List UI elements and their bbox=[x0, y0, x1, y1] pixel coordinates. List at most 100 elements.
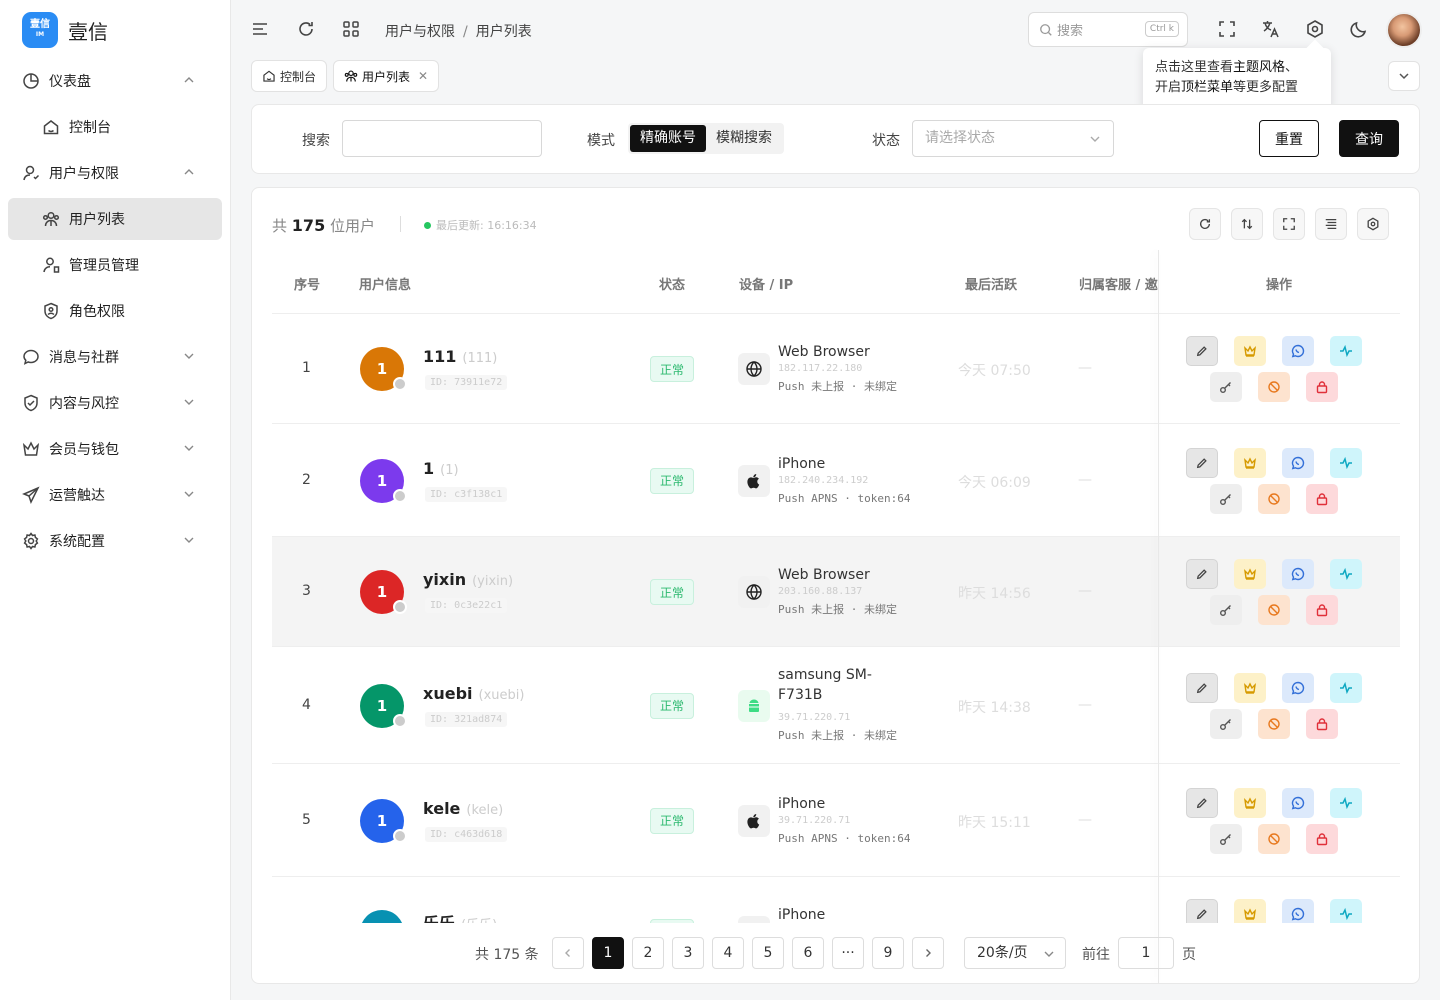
mode-option-0[interactable]: 精确账号 bbox=[630, 125, 706, 152]
tab-1[interactable]: 用户列表 ✕ bbox=[333, 60, 440, 92]
sidebar-item-10[interactable]: 系统配置 bbox=[8, 518, 222, 564]
activity-icon[interactable] bbox=[1330, 672, 1362, 703]
sidebar-item-8[interactable]: 会员与钱包 bbox=[8, 426, 222, 472]
key-icon[interactable] bbox=[1210, 595, 1242, 625]
mode-option-1[interactable]: 模糊搜索 bbox=[706, 125, 782, 152]
density-icon[interactable] bbox=[1315, 208, 1347, 240]
reset-button[interactable]: 重置 bbox=[1259, 120, 1319, 157]
lock-icon[interactable] bbox=[1306, 483, 1338, 514]
lock-icon[interactable] bbox=[1306, 595, 1338, 625]
tabs-menu-button[interactable] bbox=[1388, 61, 1420, 91]
sidebar-item-6[interactable]: 消息与社群 bbox=[8, 334, 222, 380]
sort-icon[interactable] bbox=[1231, 208, 1263, 240]
key-icon[interactable] bbox=[1210, 823, 1242, 854]
status-select[interactable]: 请选择状态 bbox=[912, 120, 1114, 157]
key-icon[interactable] bbox=[1210, 708, 1242, 739]
fullscreen-icon[interactable] bbox=[1273, 208, 1305, 240]
pencil-icon[interactable] bbox=[1186, 672, 1218, 703]
activity-icon[interactable] bbox=[1330, 336, 1362, 366]
pencil-icon[interactable] bbox=[1186, 787, 1218, 818]
crown-icon[interactable] bbox=[1234, 336, 1266, 366]
refresh-icon[interactable] bbox=[1189, 208, 1221, 240]
app-logo[interactable]: 壹信 IM 壹信 bbox=[22, 12, 108, 48]
sidebar-item-9[interactable]: 运营触达 bbox=[8, 472, 222, 518]
activity-icon[interactable] bbox=[1330, 787, 1362, 818]
key-icon[interactable] bbox=[1210, 483, 1242, 514]
lock-icon[interactable] bbox=[1306, 372, 1338, 402]
user-name[interactable]: kele (kele) bbox=[423, 799, 503, 818]
ban-icon[interactable] bbox=[1258, 483, 1290, 514]
goto-page-input[interactable]: 1 bbox=[1118, 937, 1174, 969]
ban-icon[interactable] bbox=[1258, 372, 1290, 402]
page-button[interactable]: 1 bbox=[592, 937, 624, 969]
whatsapp-icon[interactable] bbox=[1282, 447, 1314, 478]
crown-icon[interactable] bbox=[1234, 447, 1266, 478]
pencil-icon[interactable] bbox=[1186, 336, 1218, 366]
user-name[interactable]: 1 (1) bbox=[423, 459, 459, 478]
sidebar-item-7[interactable]: 内容与风控 bbox=[8, 380, 222, 426]
table-row: 61乐乐(乐乐)正常iPhone bbox=[272, 877, 1400, 923]
page-button[interactable]: 3 bbox=[672, 937, 704, 969]
page-button[interactable]: ··· bbox=[832, 937, 864, 969]
activity-icon[interactable] bbox=[1330, 447, 1362, 478]
page-button[interactable]: 2 bbox=[632, 937, 664, 969]
breadcrumb: 用户与权限 / 用户列表 bbox=[385, 24, 532, 40]
crown-icon[interactable] bbox=[1234, 559, 1266, 589]
apps-grid-icon[interactable] bbox=[341, 19, 361, 39]
user-name[interactable]: yixin (yixin) bbox=[423, 570, 513, 589]
sidebar-item-5[interactable]: 角色权限 bbox=[8, 288, 222, 334]
crown-icon[interactable] bbox=[1234, 787, 1266, 818]
column-settings-icon[interactable] bbox=[1357, 208, 1389, 240]
whatsapp-icon[interactable] bbox=[1282, 672, 1314, 703]
menu-toggle-icon[interactable] bbox=[250, 19, 270, 39]
query-button[interactable]: 查询 bbox=[1339, 120, 1399, 157]
whatsapp-icon[interactable] bbox=[1282, 559, 1314, 589]
page-button[interactable]: 6 bbox=[792, 937, 824, 969]
user-name[interactable]: xuebi (xuebi) bbox=[423, 684, 524, 703]
lock-icon[interactable] bbox=[1306, 823, 1338, 854]
next-page-button[interactable] bbox=[912, 937, 944, 969]
sidebar-item-label: 消息与社群 bbox=[49, 350, 119, 366]
ban-icon[interactable] bbox=[1258, 823, 1290, 854]
fullscreen-icon[interactable] bbox=[1217, 19, 1237, 39]
crown-icon[interactable] bbox=[1234, 899, 1266, 923]
activity-icon[interactable] bbox=[1330, 559, 1362, 589]
sidebar-item-3[interactable]: 用户列表 bbox=[8, 198, 222, 240]
user-name[interactable]: 乐乐(乐乐) bbox=[423, 910, 497, 923]
page-button[interactable]: 5 bbox=[752, 937, 784, 969]
sidebar-item-label: 运营触达 bbox=[49, 488, 105, 504]
refresh-icon[interactable] bbox=[296, 19, 316, 39]
ban-icon[interactable] bbox=[1258, 595, 1290, 625]
whatsapp-icon[interactable] bbox=[1282, 336, 1314, 366]
sidebar-item-0[interactable]: 仪表盘 bbox=[8, 58, 222, 104]
pencil-icon[interactable] bbox=[1186, 559, 1218, 589]
whatsapp-icon[interactable] bbox=[1282, 787, 1314, 818]
settings-hex-icon[interactable] bbox=[1305, 19, 1325, 39]
whatsapp-icon[interactable] bbox=[1282, 899, 1314, 923]
pencil-icon[interactable] bbox=[1186, 899, 1218, 923]
dark-mode-icon[interactable] bbox=[1349, 19, 1369, 39]
search-input[interactable] bbox=[342, 120, 542, 157]
activity-icon[interactable] bbox=[1330, 899, 1362, 923]
ban-icon[interactable] bbox=[1258, 708, 1290, 739]
key-icon[interactable] bbox=[1210, 372, 1242, 402]
prev-page-button[interactable] bbox=[552, 937, 584, 969]
user-name[interactable]: 111 (111) bbox=[423, 347, 497, 366]
page-size-select[interactable]: 20条/页 bbox=[964, 937, 1066, 969]
sidebar-item-4[interactable]: 管理员管理 bbox=[8, 242, 222, 288]
translate-icon[interactable] bbox=[1261, 19, 1281, 39]
page-button[interactable]: 9 bbox=[872, 937, 904, 969]
sidebar-item-1[interactable]: 控制台 bbox=[8, 104, 222, 150]
close-icon[interactable]: ✕ bbox=[418, 69, 428, 83]
user-id: ID: 321ad874 bbox=[425, 711, 508, 727]
user-alias: (1) bbox=[440, 462, 459, 478]
global-search[interactable]: 搜索 Ctrl k bbox=[1028, 12, 1188, 47]
sidebar-item-2[interactable]: 用户与权限 bbox=[8, 150, 222, 196]
tab-0[interactable]: 控制台 bbox=[251, 60, 328, 92]
breadcrumb-item[interactable]: 用户与权限 bbox=[385, 24, 455, 40]
crown-icon[interactable] bbox=[1234, 672, 1266, 703]
lock-icon[interactable] bbox=[1306, 708, 1338, 739]
page-button[interactable]: 4 bbox=[712, 937, 744, 969]
pencil-icon[interactable] bbox=[1186, 447, 1218, 478]
user-avatar[interactable] bbox=[1386, 12, 1422, 48]
